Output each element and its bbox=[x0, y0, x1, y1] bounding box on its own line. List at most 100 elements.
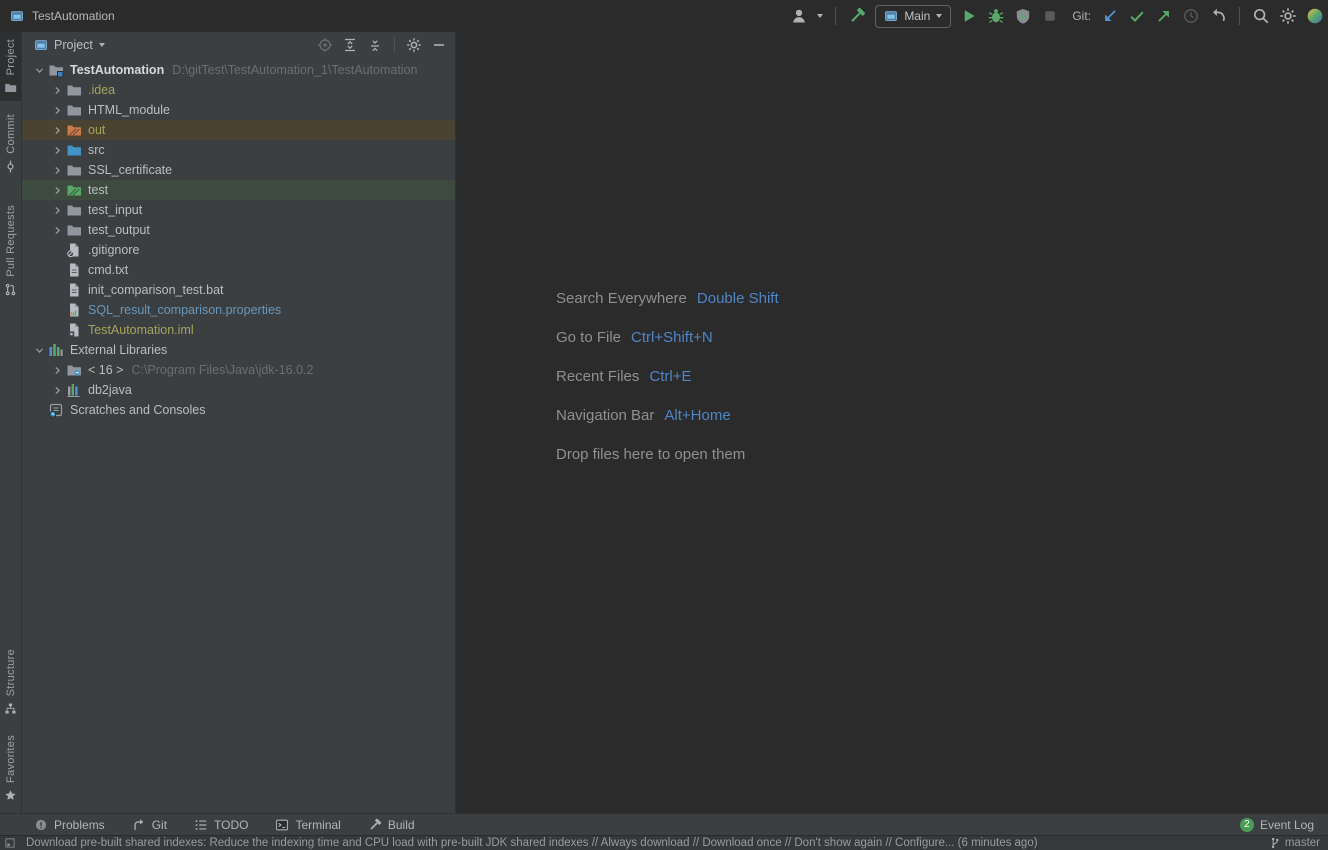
tree-item-label: .idea bbox=[88, 83, 115, 97]
chevron-right-icon[interactable] bbox=[48, 162, 66, 178]
coverage-icon[interactable] bbox=[1014, 7, 1032, 25]
tree-item-src[interactable]: src bbox=[22, 140, 455, 160]
toolwindow-button-terminal[interactable]: Terminal bbox=[275, 818, 340, 832]
tree-item-idea[interactable]: .idea bbox=[22, 80, 455, 100]
tree-item-label: Scratches and Consoles bbox=[70, 403, 206, 417]
avatar-icon[interactable] bbox=[1306, 7, 1324, 25]
tree-item-sql-result-comparison-properties[interactable]: SQL_result_comparison.properties bbox=[22, 300, 455, 320]
expand-all-icon[interactable] bbox=[342, 37, 358, 53]
locate-target-icon bbox=[317, 37, 333, 53]
panel-settings-icon[interactable] bbox=[406, 37, 422, 53]
text-file-icon bbox=[66, 282, 82, 298]
settings-icon[interactable] bbox=[1279, 7, 1297, 25]
project-tab-icon bbox=[34, 38, 48, 52]
title-bar-left: TestAutomation bbox=[10, 9, 115, 23]
user-icon[interactable] bbox=[790, 7, 808, 25]
chevron-right-icon[interactable] bbox=[48, 82, 66, 98]
intellij-window: TestAutomation Main Git: bbox=[0, 0, 1328, 850]
problems-icon bbox=[34, 818, 48, 832]
external-libraries-icon bbox=[48, 342, 64, 358]
tree-item-html-module[interactable]: HTML_module bbox=[22, 100, 455, 120]
chevron-down-icon[interactable] bbox=[30, 342, 48, 358]
tree-item-label: TestAutomation.iml bbox=[88, 323, 194, 337]
sidebar-item-structure[interactable]: Structure bbox=[0, 642, 21, 722]
git-update-icon[interactable] bbox=[1101, 7, 1119, 25]
tree-item-init-comparison-test-bat[interactable]: init_comparison_test.bat bbox=[22, 280, 455, 300]
project-panel: Project TestAutomationD:\gitTest\TestAut… bbox=[22, 32, 456, 813]
git-push-icon[interactable] bbox=[1155, 7, 1173, 25]
git-commit-icon[interactable] bbox=[1128, 7, 1146, 25]
tree-item-out[interactable]: out bbox=[22, 120, 455, 140]
tree-item-label: cmd.txt bbox=[88, 263, 128, 277]
properties-file-icon bbox=[66, 302, 82, 318]
tree-item-test[interactable]: test bbox=[22, 180, 455, 200]
commit-icon bbox=[4, 160, 17, 173]
tree-item-external-libraries[interactable]: External Libraries bbox=[22, 340, 455, 360]
chevron-down-icon[interactable] bbox=[30, 62, 48, 78]
project-view-selector[interactable]: Project bbox=[54, 38, 93, 52]
chevron-right-icon[interactable] bbox=[48, 122, 66, 138]
tree-item-testautomation-iml[interactable]: TestAutomation.iml bbox=[22, 320, 455, 340]
rollback-icon[interactable] bbox=[1209, 7, 1227, 25]
branch-icon bbox=[1269, 837, 1281, 849]
chevron-right-icon[interactable] bbox=[48, 182, 66, 198]
sidebar-item-favorites[interactable]: Favorites bbox=[0, 728, 21, 809]
chevron-right-icon[interactable] bbox=[48, 382, 66, 398]
test-folder-icon bbox=[66, 182, 82, 198]
hide-panel-icon[interactable] bbox=[431, 37, 447, 53]
sidebar-item-commit[interactable]: Commit bbox=[0, 107, 21, 180]
sidebar-item-project[interactable]: Project bbox=[0, 32, 21, 101]
chevron-right-icon[interactable] bbox=[48, 362, 66, 378]
shortcut-keys: Ctrl+E bbox=[649, 368, 691, 385]
project-view-caret-icon[interactable] bbox=[99, 43, 105, 47]
tree-item-label: SQL_result_comparison.properties bbox=[88, 303, 281, 317]
shortcut-hint-drop-files-here-to-open-them: Drop files here to open them bbox=[556, 444, 779, 464]
folder-icon bbox=[66, 82, 82, 98]
build-hammer-icon[interactable] bbox=[848, 7, 866, 25]
collapse-all-icon[interactable] bbox=[367, 37, 383, 53]
tree-item-cmd-txt[interactable]: cmd.txt bbox=[22, 260, 455, 280]
debug-icon[interactable] bbox=[987, 7, 1005, 25]
tree-item-ssl-certificate[interactable]: SSL_certificate bbox=[22, 160, 455, 180]
toolwindow-button-problems[interactable]: Problems bbox=[34, 818, 105, 832]
editor-area[interactable]: Search EverywhereDouble ShiftGo to FileC… bbox=[456, 32, 1328, 813]
tree-item-16[interactable]: < 16 >C:\Program Files\Java\jdk-16.0.2 bbox=[22, 360, 455, 380]
toolwindow-button-build[interactable]: Build bbox=[368, 818, 415, 832]
folder-icon bbox=[66, 222, 82, 238]
chevron-right-icon[interactable] bbox=[48, 142, 66, 158]
shortcut-action: Search Everywhere bbox=[556, 290, 687, 307]
event-log-button[interactable]: 2 Event Log bbox=[1240, 818, 1314, 832]
toolwindow-button-todo[interactable]: TODO bbox=[194, 818, 248, 832]
toolwindow-button-label: Problems bbox=[54, 818, 105, 832]
toolwindow-switcher-icon[interactable] bbox=[4, 837, 16, 849]
status-message[interactable]: Download pre-built shared indexes: Reduc… bbox=[26, 837, 1038, 849]
sidebar-item-pull-requests[interactable]: Pull Requests bbox=[0, 198, 21, 303]
tree-item-label: External Libraries bbox=[70, 343, 167, 357]
stripe-top-group: Project Commit Pull Requests bbox=[0, 32, 21, 303]
tree-item-test-output[interactable]: test_output bbox=[22, 220, 455, 240]
git-branch-widget[interactable]: master bbox=[1269, 837, 1320, 849]
search-icon[interactable] bbox=[1252, 7, 1270, 25]
run-config-label: Main bbox=[904, 9, 930, 23]
shortcut-action: Drop files here to open them bbox=[556, 446, 745, 463]
tree-item-gitignore[interactable]: .gitignore bbox=[22, 240, 455, 260]
toolwindow-button-git[interactable]: Git bbox=[132, 818, 167, 832]
status-bar: Download pre-built shared indexes: Reduc… bbox=[0, 835, 1328, 850]
user-caret-icon[interactable] bbox=[817, 14, 823, 18]
toolbar-separator bbox=[1239, 7, 1240, 25]
chevron-right-icon[interactable] bbox=[48, 102, 66, 118]
tree-item-scratches-and-consoles[interactable]: Scratches and Consoles bbox=[22, 400, 455, 420]
chevron-right-icon[interactable] bbox=[48, 202, 66, 218]
tree-item-label: test_output bbox=[88, 223, 150, 237]
project-tree: TestAutomationD:\gitTest\TestAutomation_… bbox=[22, 58, 455, 420]
run-icon[interactable] bbox=[960, 7, 978, 25]
chevron-right-icon[interactable] bbox=[48, 222, 66, 238]
tree-item-db2java[interactable]: db2java bbox=[22, 380, 455, 400]
chevron-slot bbox=[48, 282, 66, 298]
run-config-selector[interactable]: Main bbox=[875, 5, 951, 28]
tree-item-label: < 16 > bbox=[88, 363, 123, 377]
tree-item-label: TestAutomation bbox=[70, 63, 164, 77]
tree-item-testautomation[interactable]: TestAutomationD:\gitTest\TestAutomation_… bbox=[22, 60, 455, 80]
tree-item-test-input[interactable]: test_input bbox=[22, 200, 455, 220]
toolwindow-button-label: Build bbox=[388, 818, 415, 832]
